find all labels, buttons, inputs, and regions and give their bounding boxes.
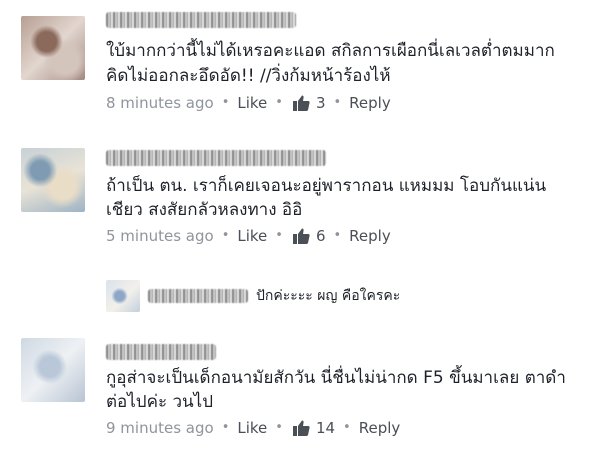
comment-timestamp[interactable]: 8 minutes ago — [106, 93, 214, 113]
comment-timestamp[interactable]: 5 minutes ago — [106, 226, 214, 246]
separator-dot: • — [275, 95, 283, 110]
reply-preview[interactable]: ปักค่ะะะะ ผญ คือใครคะ — [106, 280, 400, 312]
comment-text-line: กูอุส่าจะเป็นเด็กอนามัยสักวัน นี่ชื่นไม่… — [106, 368, 566, 388]
reply-avatar[interactable] — [106, 280, 140, 312]
comment-timestamp[interactable]: 9 minutes ago — [106, 418, 214, 438]
separator-dot: • — [333, 228, 342, 243]
comment-text-line: ใบ้มากกว่านี้ไม่ได้เหรอคะแอด สกิลการเผือ… — [106, 41, 555, 61]
like-count[interactable]: 6 — [316, 226, 326, 246]
reply-link[interactable]: Reply — [359, 418, 401, 438]
separator-dot: • — [333, 95, 342, 110]
comment-meta: 9 minutes ago • Like • 14 • Reply — [106, 418, 400, 438]
comment-text-line: เชียว สงสัยกลัวหลงทาง อิอิ — [106, 200, 303, 220]
like-link[interactable]: Like — [237, 418, 267, 438]
commenter-name-blurred[interactable] — [106, 344, 216, 360]
thumbs-up-icon[interactable] — [292, 420, 310, 436]
commenter-name-blurred[interactable] — [106, 12, 296, 28]
separator-dot: • — [275, 420, 283, 435]
comment-text-line: คิดไม่ออกละอึดอัด!! //วิ่งก้มหน้าร้องไห้ — [106, 66, 391, 86]
avatar[interactable] — [21, 16, 85, 80]
thumbs-up-icon[interactable] — [292, 228, 310, 244]
reply-preview-text: ปักค่ะะะะ ผญ คือใครคะ — [256, 288, 401, 304]
separator-dot: • — [221, 420, 230, 435]
reply-name-blurred[interactable] — [148, 289, 248, 303]
separator-dot: • — [343, 420, 351, 435]
separator-dot: • — [221, 228, 230, 243]
like-count[interactable]: 14 — [316, 418, 335, 438]
avatar[interactable] — [21, 148, 85, 212]
separator-dot: • — [275, 228, 283, 243]
like-count[interactable]: 3 — [316, 93, 326, 113]
comment-text-line: ถ้าเป็น ตน. เราก็เคยเจอนะอยู่พารากอน แหม… — [106, 176, 547, 196]
commenter-name-blurred[interactable] — [106, 150, 326, 166]
thumbs-up-icon[interactable] — [292, 95, 310, 111]
reply-link[interactable]: Reply — [349, 93, 391, 113]
comment-meta: 5 minutes ago • Like • 6 • Reply — [106, 226, 391, 246]
like-link[interactable]: Like — [237, 93, 267, 113]
avatar[interactable] — [21, 338, 85, 402]
reply-link[interactable]: Reply — [349, 226, 391, 246]
like-link[interactable]: Like — [237, 226, 267, 246]
separator-dot: • — [221, 95, 230, 110]
comment-text-line: ต่อไปค่ะ วนไป — [106, 392, 214, 412]
comment-meta: 8 minutes ago • Like • 3 • Reply — [106, 93, 391, 113]
